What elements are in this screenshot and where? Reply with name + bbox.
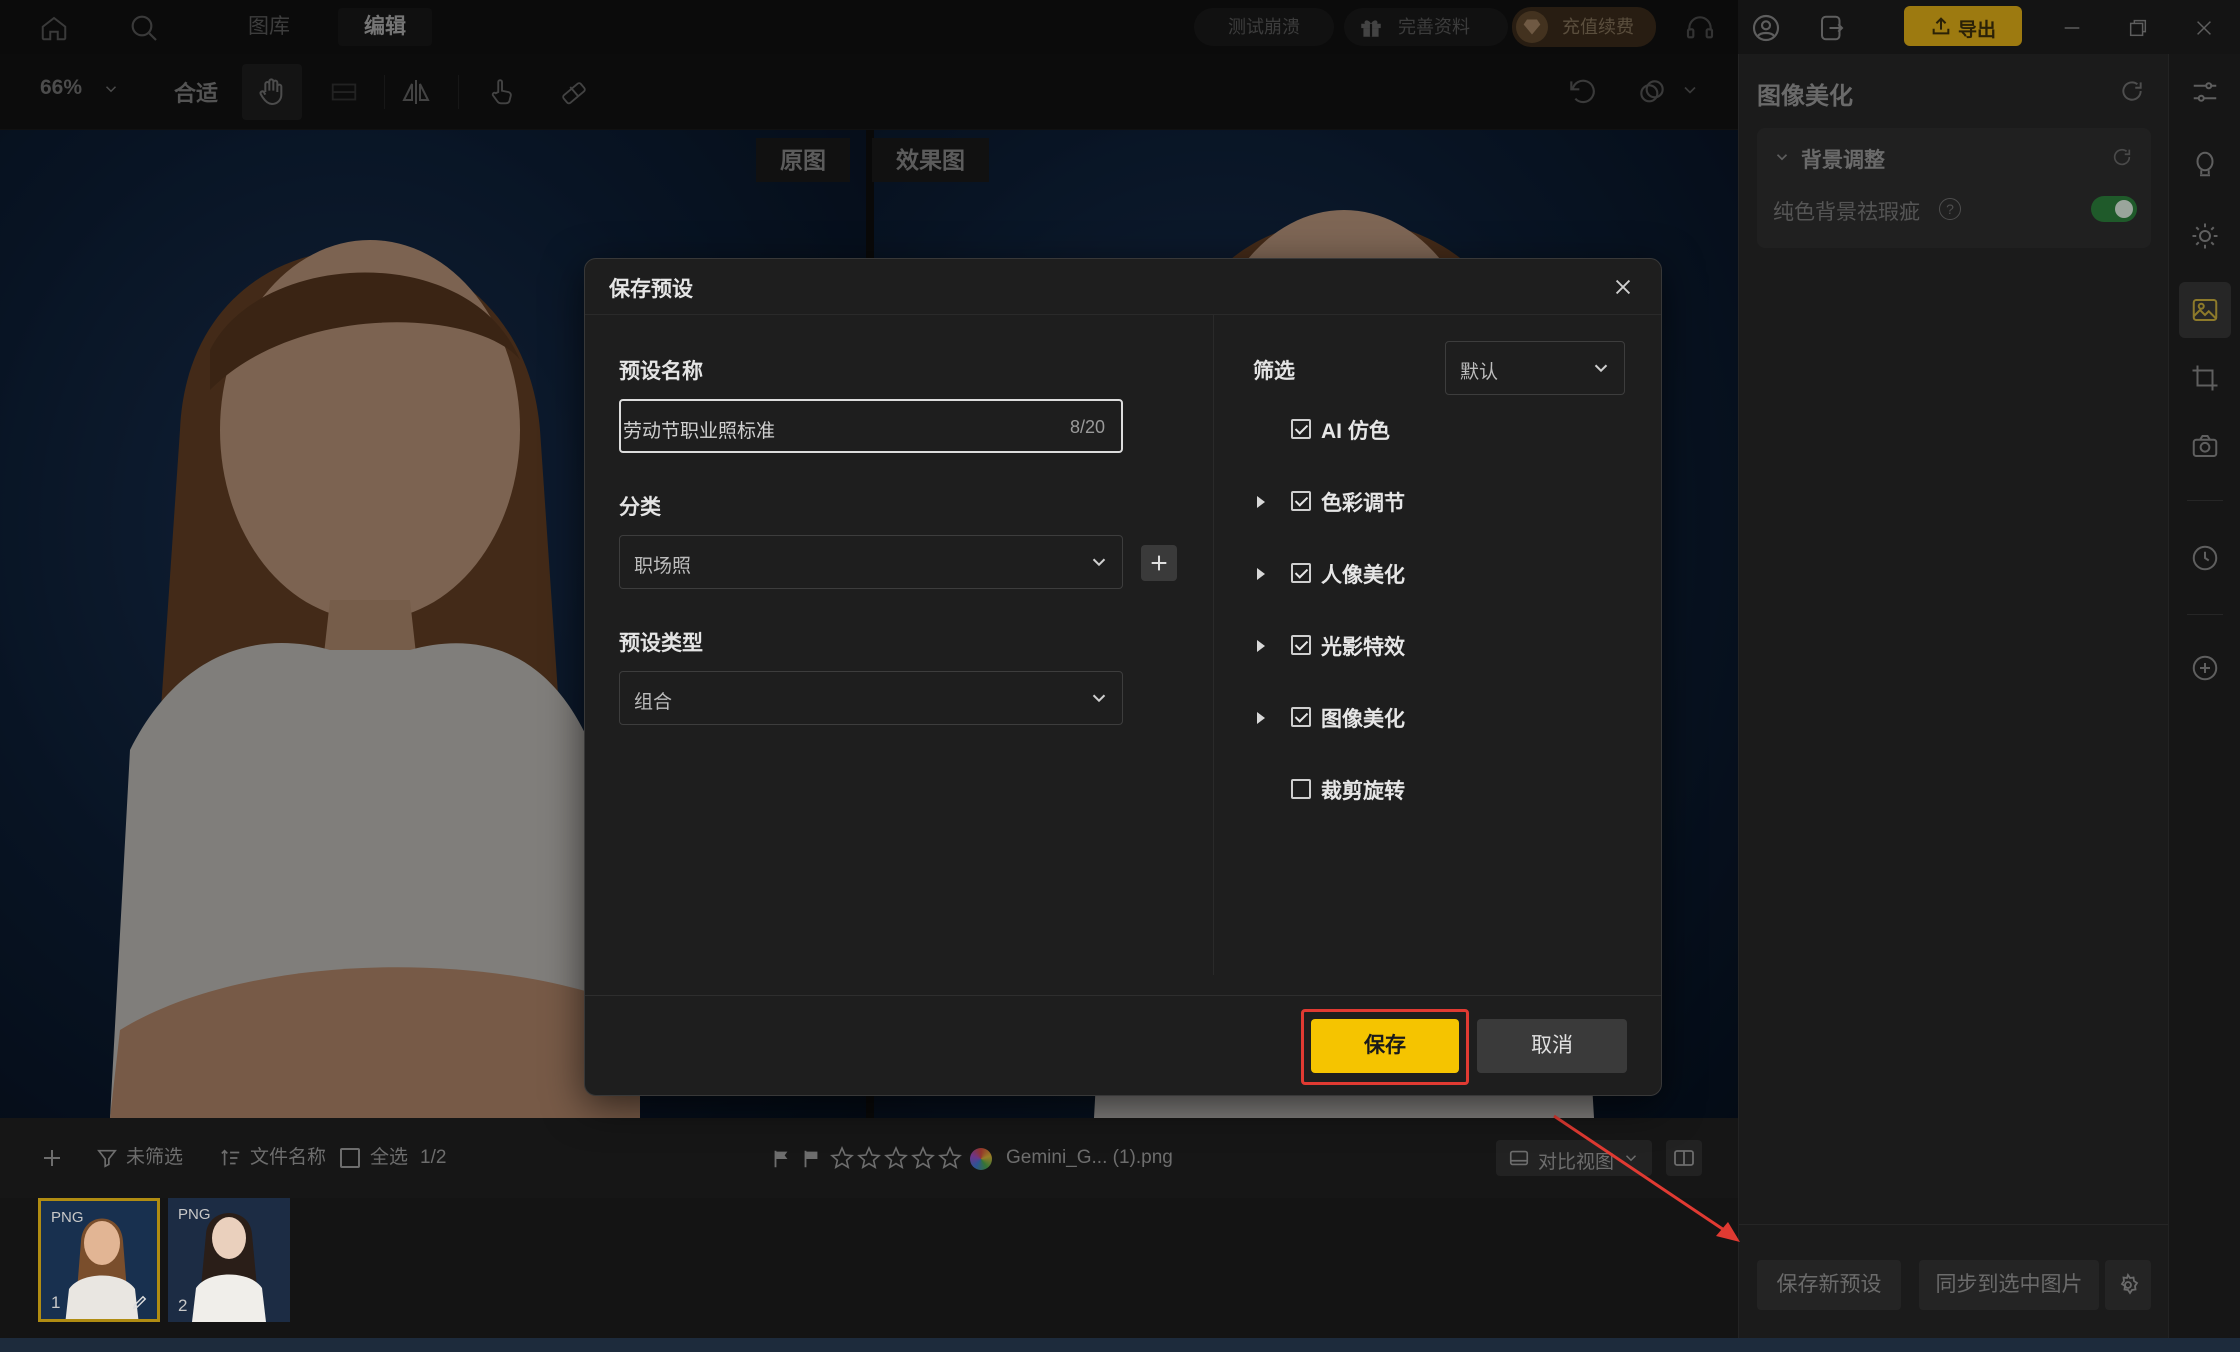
light-icon[interactable] [2187, 218, 2223, 254]
help-icon[interactable]: ? [1939, 198, 1961, 220]
thumbnail-1[interactable]: PNG 1 [38, 1198, 160, 1322]
chevron-down-icon [1590, 357, 1612, 379]
thumb-index: 2 [178, 1296, 188, 1315]
close-icon[interactable] [1607, 271, 1639, 303]
sort-icon [220, 1147, 242, 1169]
reject-flag-icon[interactable] [800, 1148, 822, 1170]
panel-divider [1739, 1224, 2169, 1225]
save-button[interactable]: 保存 [1311, 1019, 1459, 1073]
checkbox-icon[interactable] [1291, 779, 1311, 799]
option-color-adjust[interactable]: 色彩调节 [585, 487, 1661, 517]
user-icon[interactable] [1748, 10, 1784, 46]
minimize-icon[interactable] [2054, 10, 2090, 46]
add-circle-icon[interactable] [2187, 650, 2223, 686]
filename-sort-label: 文件名称 [250, 1147, 327, 1168]
flag-icon[interactable] [770, 1148, 792, 1170]
bg-option-label: 纯色背景祛瑕疵 [1773, 201, 1920, 224]
camera-icon[interactable] [2187, 428, 2223, 464]
file-name: Gemini_G... (1).png [1006, 1147, 1173, 1168]
color-label-icon[interactable] [970, 1148, 992, 1170]
save-new-preset-button[interactable]: 保存新预设 [1757, 1260, 1901, 1310]
dialog-title: 保存预设 [609, 278, 693, 301]
option-portrait-beautify[interactable]: 人像美化 [585, 559, 1661, 589]
option-light-effects[interactable]: 光影特效 [585, 631, 1661, 661]
checkbox-icon[interactable] [1291, 491, 1311, 511]
sliders-icon[interactable] [2187, 74, 2223, 110]
export-label: 导出 [1958, 20, 1997, 41]
option-label: 裁剪旋转 [1321, 780, 1405, 803]
right-tool-rail [2168, 54, 2240, 1338]
image-beautify-icon[interactable] [2179, 282, 2231, 338]
option-crop-rotate[interactable]: 裁剪旋转 [585, 775, 1661, 805]
close-window-icon[interactable] [2186, 10, 2222, 46]
checkbox-icon [340, 1148, 360, 1168]
option-label: 人像美化 [1321, 564, 1405, 587]
option-label: AI 仿色 [1321, 420, 1390, 443]
format-tag: PNG [178, 1206, 211, 1223]
sync-to-selected-button[interactable]: 同步到选中图片 [1919, 1260, 2099, 1310]
preset-name-label: 预设名称 [619, 360, 703, 383]
cancel-button[interactable]: 取消 [1477, 1019, 1627, 1073]
rail-divider [2187, 500, 2223, 501]
option-label: 图像美化 [1321, 708, 1405, 731]
option-label: 光影特效 [1321, 636, 1405, 659]
export-button[interactable]: 导出 [1904, 6, 2022, 46]
crop-icon[interactable] [2187, 360, 2223, 396]
thumb-index: 1 [51, 1293, 61, 1312]
option-image-beautify[interactable]: 图像美化 [585, 703, 1661, 733]
reset-icon[interactable] [2119, 78, 2145, 104]
right-panel: 图像美化 背景调整 纯色背景祛瑕疵 ? 保存新预设 同步到选中图片 [1738, 54, 2169, 1338]
checkbox-icon[interactable] [1291, 707, 1311, 727]
filter-value: 默认 [1460, 362, 1499, 383]
filmstrip: PNG 1 PNG 2 [0, 1198, 1738, 1338]
thumbnail-2[interactable]: PNG 2 [168, 1198, 290, 1322]
star-rating[interactable] [830, 1146, 970, 1172]
portrait-icon[interactable] [2187, 146, 2223, 182]
background-adjust-section: 背景调整 纯色背景祛瑕疵 ? [1757, 128, 2151, 248]
option-label: 色彩调节 [1321, 492, 1405, 515]
annotation-arrow [1553, 1114, 1740, 1242]
select-all-label: 全选 [370, 1147, 409, 1168]
add-icon[interactable] [34, 1140, 70, 1176]
save-preset-dialog: 保存预设 预设名称 劳动节职业照标准 8/20 分类 职场照 预设类型 组合 筛… [584, 258, 1662, 1096]
expand-caret-icon[interactable] [1257, 640, 1265, 652]
filter-select[interactable]: 默认 [1445, 341, 1625, 395]
checkbox-icon[interactable] [1291, 419, 1311, 439]
settings-icon[interactable] [2105, 1260, 2151, 1310]
unfiltered-label: 未筛选 [126, 1147, 184, 1168]
taskbar [0, 1338, 2240, 1352]
checkbox-icon[interactable] [1291, 635, 1311, 655]
format-tag: PNG [51, 1209, 84, 1226]
expand-caret-icon[interactable] [1257, 568, 1265, 580]
logout-icon[interactable] [1814, 10, 1850, 46]
chevron-down-icon[interactable] [1773, 148, 1791, 166]
expand-caret-icon[interactable] [1257, 712, 1265, 724]
checkbox-icon[interactable] [1291, 563, 1311, 583]
rail-divider [2187, 614, 2223, 615]
expand-caret-icon[interactable] [1257, 496, 1265, 508]
restore-icon[interactable] [2120, 10, 2156, 46]
edited-icon [131, 1293, 149, 1311]
footer-divider [585, 995, 1661, 996]
panel-title: 图像美化 [1757, 83, 1853, 110]
section-title: 背景调整 [1801, 149, 1885, 172]
upload-icon [1930, 15, 1952, 37]
filter-icon [96, 1147, 118, 1169]
history-icon[interactable] [2187, 540, 2223, 576]
compare-icon [1508, 1147, 1530, 1169]
section-reset-icon[interactable] [2111, 146, 2133, 168]
dialog-header: 保存预设 [585, 259, 1661, 315]
option-ai-color[interactable]: AI 仿色 [585, 415, 1661, 445]
bg-option-toggle[interactable] [2091, 196, 2137, 222]
filmstrip-toolbar: 未筛选 文件名称 全选 1/2 Gemini_G... (1).png 对比视图 [0, 1118, 1738, 1198]
filter-label: 筛选 [1253, 360, 1295, 383]
select-count: 1/2 [420, 1147, 447, 1168]
